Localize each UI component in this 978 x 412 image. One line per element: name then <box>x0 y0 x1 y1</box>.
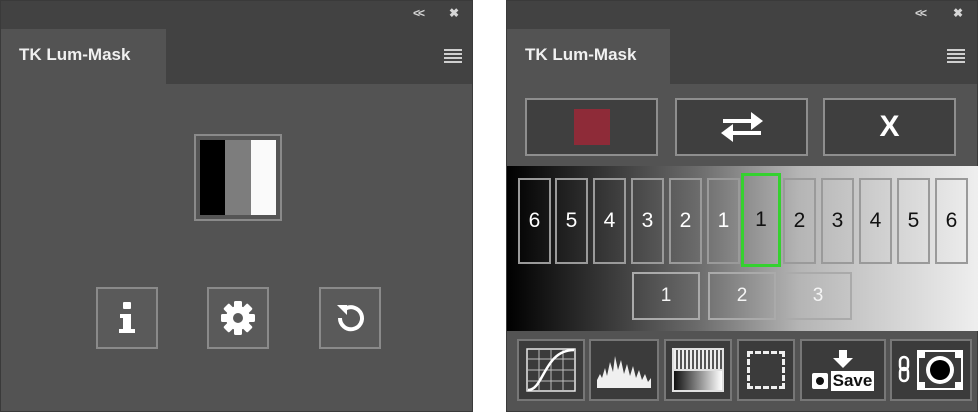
darks-1-button[interactable]: 1 <box>741 173 781 267</box>
midtones-2-label: 2 <box>736 285 748 306</box>
curves-button[interactable] <box>517 339 585 401</box>
darks-4-button[interactable]: 4 <box>859 178 892 264</box>
collapse-panel-button[interactable]: << <box>915 6 927 20</box>
lights-5-label: 5 <box>565 209 578 232</box>
lights-4-label: 4 <box>603 209 616 232</box>
panel-titlebar: << ✖ <box>1 1 472 29</box>
lights-2-button[interactable]: 2 <box>669 178 702 264</box>
lights-1-label: 1 <box>717 209 730 232</box>
curves-icon <box>526 348 576 392</box>
panel-titlebar: << ✖ <box>507 1 977 29</box>
darks-3-button[interactable]: 3 <box>821 178 854 264</box>
darks-5-label: 5 <box>907 209 920 232</box>
darks-3-label: 3 <box>831 209 844 232</box>
close-panel-button[interactable]: ✖ <box>449 6 459 20</box>
midtones-2-button[interactable]: 2 <box>708 272 776 320</box>
darks-6-label: 6 <box>945 209 958 232</box>
lights-5-button[interactable]: 5 <box>555 178 588 264</box>
darks-1-label: 1 <box>755 208 767 231</box>
settings-button[interactable] <box>207 287 269 349</box>
darks-6-button[interactable]: 6 <box>935 178 968 264</box>
lights-3-label: 3 <box>641 209 654 232</box>
color-swatch <box>573 109 610 145</box>
lights-6-label: 6 <box>528 209 541 232</box>
record-dot-icon <box>811 373 828 389</box>
info-icon <box>119 302 135 333</box>
lum-mask-panel-expanded: << ✖ TK Lum-Mask X 6 5 4 3 2 1 1 2 3 4 5… <box>506 0 978 412</box>
info-button[interactable] <box>96 287 158 349</box>
panel-menu-icon[interactable] <box>947 49 965 63</box>
midtones-1-label: 1 <box>660 285 672 306</box>
marquee-selection-icon <box>747 351 785 389</box>
tab-tk-lum-mask[interactable]: TK Lum-Mask <box>1 29 166 84</box>
gear-icon <box>221 301 255 335</box>
save-label: Save <box>830 371 875 391</box>
darks-5-button[interactable]: 5 <box>897 178 930 264</box>
tab-tk-lum-mask[interactable]: TK Lum-Mask <box>507 29 670 84</box>
swap-button[interactable] <box>675 98 808 156</box>
darks-4-label: 4 <box>869 209 882 232</box>
lum-mask-panel-collapsed: << ✖ TK Lum-Mask <box>0 0 473 412</box>
clear-mask-label: X <box>879 110 900 143</box>
darks-2-label: 2 <box>793 209 806 232</box>
reset-button[interactable] <box>319 287 381 349</box>
lights-3-button[interactable]: 3 <box>631 178 664 264</box>
luminosity-selector: 6 5 4 3 2 1 1 2 3 4 5 6 1 2 3 <box>507 166 978 331</box>
save-arrow-icon <box>833 350 853 368</box>
darks-2-button[interactable]: 2 <box>783 178 816 264</box>
link-mask-button[interactable] <box>890 339 972 401</box>
lights-2-label: 2 <box>679 209 692 232</box>
histogram-button[interactable] <box>589 339 659 401</box>
panel-tab-row: TK Lum-Mask <box>1 29 472 84</box>
collapse-panel-button[interactable]: << <box>413 6 425 20</box>
lights-1-button[interactable]: 1 <box>707 178 740 264</box>
midtones-3-button[interactable]: 3 <box>784 272 852 320</box>
link-mask-icon <box>898 350 963 390</box>
midtones-3-label: 3 <box>812 285 824 306</box>
panel-menu-icon[interactable] <box>444 49 462 63</box>
midtones-1-button[interactable]: 1 <box>632 272 700 320</box>
mask-color-button[interactable] <box>525 98 658 156</box>
histogram-icon <box>597 356 651 388</box>
lum-mask-logo-icon[interactable] <box>194 134 282 221</box>
gradient-icon <box>672 348 724 392</box>
lights-6-button[interactable]: 6 <box>518 178 551 264</box>
lights-4-button[interactable]: 4 <box>593 178 626 264</box>
swap-arrows-icon <box>720 112 763 142</box>
close-panel-button[interactable]: ✖ <box>953 6 963 20</box>
selection-button[interactable] <box>737 339 795 401</box>
panel-tab-row: TK Lum-Mask <box>507 29 977 84</box>
save-button[interactable]: Save <box>800 339 886 401</box>
save-row: Save <box>811 371 875 391</box>
undo-icon <box>337 305 364 332</box>
gradient-button[interactable] <box>664 339 732 401</box>
clear-mask-button[interactable]: X <box>823 98 956 156</box>
